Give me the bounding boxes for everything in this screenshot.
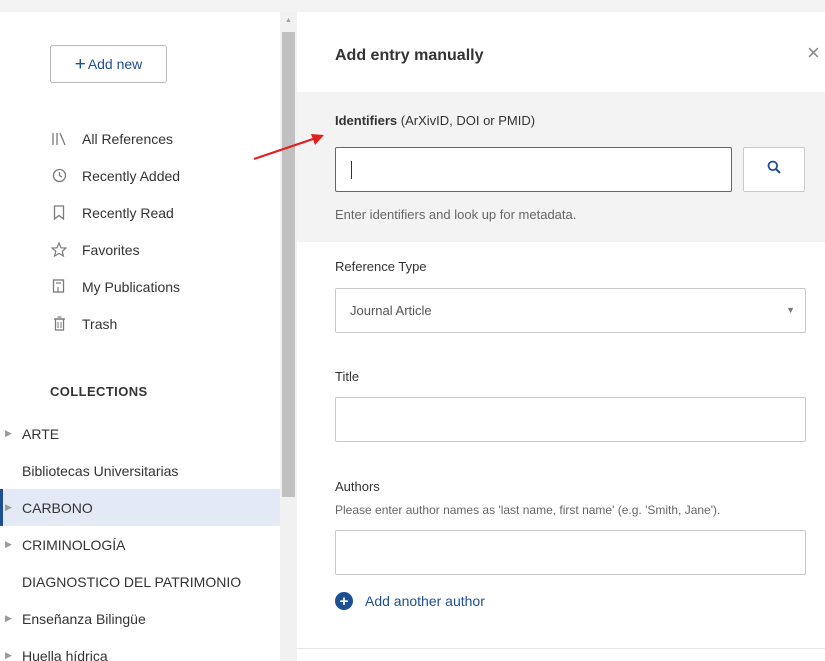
expand-caret-icon[interactable]: ▶ [5,428,13,439]
collection-label: CRIMINOLOGÍA [22,536,126,553]
sidebar: + Add new All References Recently Added … [0,12,280,661]
identifiers-label: Identifiers (ArXivID, DOI or PMID) [335,113,535,128]
identifiers-label-hint: (ArXivID, DOI or PMID) [397,113,536,128]
collection-item[interactable]: DIAGNOSTICO DEL PATRIMONIO [0,563,280,600]
plus-circle-icon: + [335,592,353,610]
nav-item-label: Recently Read [82,204,174,221]
annotation-arrow-icon [253,134,324,161]
expand-caret-icon[interactable]: ▶ [5,502,13,513]
authors-help-text: Please enter author names as 'last name,… [335,503,721,517]
bookmark-icon [50,204,68,222]
text-cursor [351,161,352,179]
scroll-up-arrow-icon[interactable]: ▲ [280,12,297,29]
nav-item-label: Favorites [82,241,140,258]
add-new-label: Add new [87,56,143,72]
expand-caret-icon[interactable]: ▶ [5,539,13,550]
lookup-search-button[interactable] [743,147,805,192]
add-another-author-button[interactable]: + Add another author [335,592,485,610]
nav-item-all-references[interactable]: All References [50,120,180,157]
identifiers-help-text: Enter identifiers and look up for metada… [335,207,577,222]
collection-item[interactable]: ▶ ARTE [0,415,280,452]
collection-label: CARBONO [22,499,93,516]
nav-item-label: My Publications [82,278,181,295]
nav-item-my-publications[interactable]: My Publications [50,268,180,305]
library-icon [50,130,68,148]
collection-item[interactable]: Bibliotecas Universitarias [0,452,280,489]
clock-icon [50,167,68,185]
trash-icon [50,315,68,333]
reference-type-select[interactable]: Journal Article ▼ [335,288,806,333]
sidebar-scrollbar[interactable]: ▲ [280,12,297,661]
collections-heading: COLLECTIONS [50,384,148,399]
reference-type-value: Journal Article [350,303,432,318]
identifiers-label-bold: Identifiers [335,113,398,128]
collection-item[interactable]: ▶ CRIMINOLOGÍA [0,526,280,563]
plus-icon: + [74,53,86,75]
panel-title: Add entry manually [335,47,484,64]
nav-item-recently-read[interactable]: Recently Read [50,194,180,231]
collection-label: DIAGNOSTICO DEL PATRIMONIO [22,573,242,590]
add-new-button[interactable]: + Add new [50,45,167,83]
add-another-author-label: Add another author [365,593,485,609]
top-strip [0,0,825,12]
identifiers-input[interactable] [335,147,732,192]
publications-icon [50,278,68,296]
library-nav: All References Recently Added Recently R… [50,120,180,342]
title-input[interactable] [335,397,806,442]
collection-item[interactable]: ▶ Huella hídrica [0,637,280,661]
expand-caret-icon[interactable]: ▶ [5,650,13,661]
nav-item-favorites[interactable]: Favorites [50,231,180,268]
collection-item[interactable]: ▶ Enseñanza Bilingüe [0,600,280,637]
add-entry-panel: Add entry manually × Identifiers (ArXivI… [297,12,825,661]
nav-item-recently-added[interactable]: Recently Added [50,157,180,194]
collection-label: Bibliotecas Universitarias [22,462,179,479]
star-icon [50,241,68,259]
nav-item-trash[interactable]: Trash [50,305,180,342]
nav-item-label: Recently Added [82,167,181,184]
collection-label: Enseñanza Bilingüe [22,610,146,627]
title-label: Title [335,369,360,384]
scrollbar-thumb[interactable] [282,32,295,497]
collections-list: ▶ ARTE Bibliotecas Universitarias ▶ CARB… [0,415,280,661]
close-icon[interactable]: × [807,42,820,64]
section-divider [297,648,825,649]
reference-type-label: Reference Type [335,259,427,274]
collection-label: Huella hídrica [22,647,108,661]
author-input[interactable] [335,530,806,575]
collection-item-selected[interactable]: ▶ CARBONO [0,489,280,526]
nav-item-label: Trash [82,315,118,332]
collection-label: ARTE [22,425,60,442]
nav-item-label: All References [82,130,174,147]
authors-label: Authors [335,479,380,494]
expand-caret-icon[interactable]: ▶ [5,613,13,624]
search-icon [767,160,781,179]
chevron-down-icon: ▼ [786,305,795,315]
